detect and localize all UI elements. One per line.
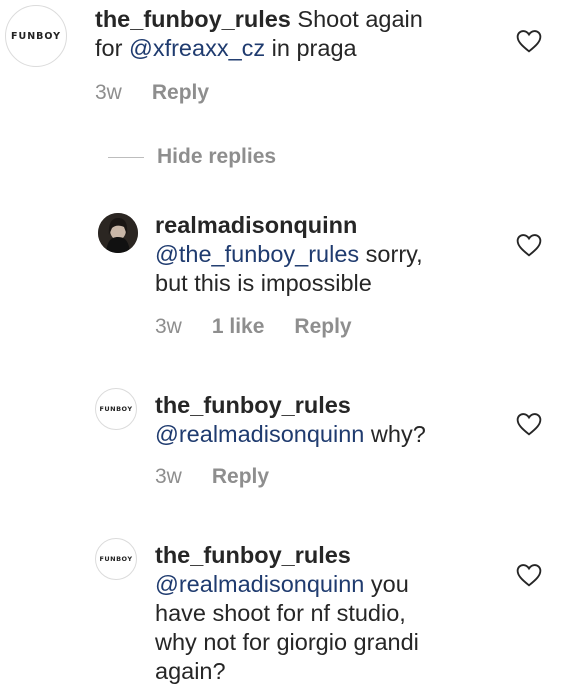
comment-username[interactable]: realmadisonquinn: [155, 212, 357, 238]
heart-outline-icon[interactable]: [516, 29, 542, 53]
profile-photo-icon: [98, 213, 138, 253]
reply-button[interactable]: Reply: [212, 465, 269, 489]
comment-text: realmadisonquinn @the_funboy_rules sorry…: [155, 211, 423, 298]
avatar[interactable]: FUNBOY: [95, 538, 137, 580]
comment-time: 3w: [95, 81, 122, 104]
comment-text-part: why?: [364, 421, 426, 447]
comment-text-part: sorry,: [359, 241, 423, 267]
funboy-logo: FUNBOY: [10, 30, 61, 42]
heart-outline-icon[interactable]: [516, 563, 542, 587]
avatar[interactable]: FUNBOY: [5, 5, 67, 67]
mention-link[interactable]: @the_funboy_rules: [155, 241, 359, 267]
comment-text-part: Shoot again: [297, 6, 423, 32]
comment-text-part: for: [95, 35, 129, 61]
funboy-logo: FUNBOY: [99, 405, 133, 413]
comment-text: the_funboy_rules Shoot again for @xfreax…: [95, 5, 423, 63]
comment-username[interactable]: the_funboy_rules: [155, 542, 351, 568]
avatar[interactable]: [98, 213, 138, 253]
reply-button[interactable]: Reply: [294, 315, 351, 339]
comment-text-part: again?: [155, 658, 226, 684]
mention-link[interactable]: @realmadisonquinn: [155, 421, 364, 447]
funboy-logo: FUNBOY: [99, 555, 133, 563]
comment-time: 3w: [155, 315, 182, 338]
hide-replies-button[interactable]: Hide replies: [108, 145, 276, 169]
comment-meta: 3w 1 like Reply: [155, 315, 352, 339]
heart-outline-icon[interactable]: [516, 233, 542, 257]
hide-replies-label: Hide replies: [157, 145, 277, 168]
comment-time: 3w: [155, 465, 182, 488]
comment-text-part: you: [364, 571, 409, 597]
avatar[interactable]: FUNBOY: [95, 388, 137, 430]
comment-text-part: in praga: [265, 35, 357, 61]
comment-text-part: have shoot for nf studio,: [155, 600, 406, 626]
heart-outline-icon[interactable]: [516, 412, 542, 436]
comment-username[interactable]: the_funboy_rules: [95, 6, 291, 32]
mention-link[interactable]: @xfreaxx_cz: [129, 35, 265, 61]
divider: [108, 156, 144, 158]
comment-text: the_funboy_rules @realmadisonquinn you h…: [155, 541, 419, 686]
comment-text: the_funboy_rules @realmadisonquinn why?: [155, 391, 426, 449]
reply-button[interactable]: Reply: [152, 81, 209, 105]
comment-text-part: but this is impossible: [155, 270, 372, 296]
comment-meta: 3w Reply: [95, 81, 209, 105]
comment-meta: 3w Reply: [155, 465, 269, 489]
likes-count[interactable]: 1 like: [212, 315, 265, 339]
comment-username[interactable]: the_funboy_rules: [155, 392, 351, 418]
comment-text-part: why not for giorgio grandi: [155, 629, 419, 655]
mention-link[interactable]: @realmadisonquinn: [155, 571, 364, 597]
